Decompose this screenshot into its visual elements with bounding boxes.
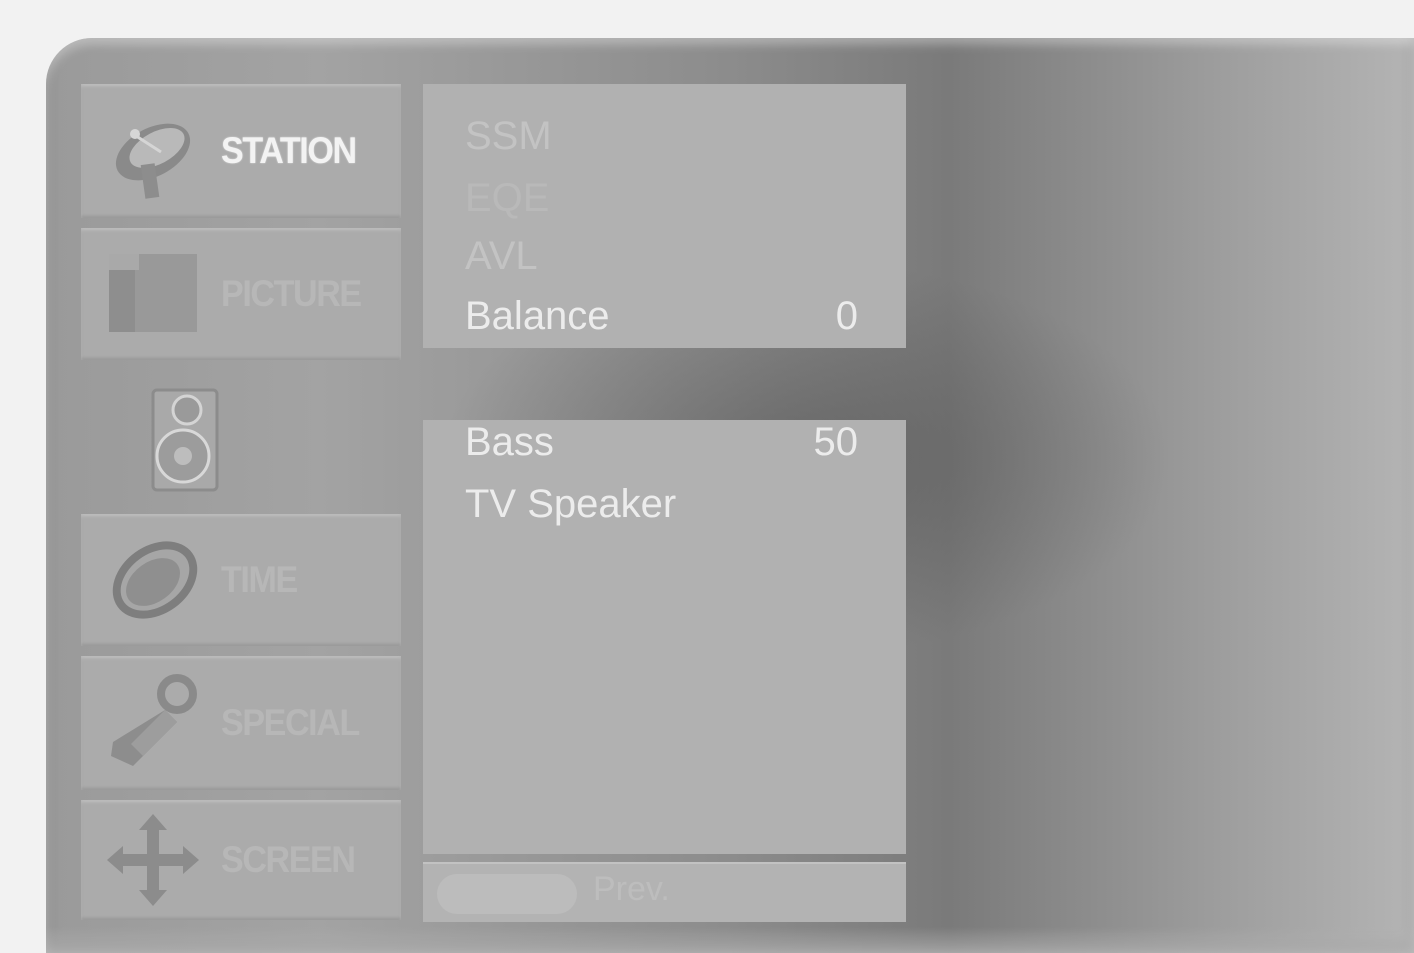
menu-item-tv-speaker[interactable]: TV Speaker <box>465 478 858 530</box>
footer-label: Prev. <box>593 870 670 908</box>
move-arrows-icon <box>107 814 199 906</box>
menu-special-label: SPECIAL <box>221 702 360 743</box>
menu-time[interactable]: TIME <box>81 514 401 646</box>
menu-station-label: STATION <box>221 130 357 171</box>
menu-station[interactable]: STATION <box>81 84 401 218</box>
speaker-icon <box>151 388 219 492</box>
picture-icon <box>109 254 197 332</box>
menu-special[interactable]: SPECIAL <box>81 656 401 790</box>
menu-item-bass[interactable]: Bass 50 <box>465 416 858 468</box>
clock-icon <box>112 541 198 619</box>
menu-picture-label: PICTURE <box>221 273 362 314</box>
menu-screen-label: SCREEN <box>221 839 356 880</box>
menu-item-ssm[interactable]: SSM <box>465 110 858 162</box>
audio-panel-lower: Bass 50 TV Speaker <box>423 420 906 854</box>
menu-button-pill <box>437 874 577 914</box>
tv-screen: STATION PICTURE TIME SPECIAL SCREEN SSM … <box>0 0 1414 953</box>
footer-bar: Prev. <box>423 862 906 922</box>
menu-item-avl[interactable]: AVL <box>465 230 858 282</box>
menu-time-label: TIME <box>221 559 298 600</box>
audio-panel-upper: SSM EQE AVL Balance 0 <box>423 84 906 348</box>
menu-item-balance[interactable]: Balance 0 <box>465 290 858 342</box>
menu-audio[interactable] <box>81 370 401 512</box>
menu-item-eqe[interactable]: EQE <box>465 172 858 224</box>
key-tag-icon <box>111 674 197 766</box>
osd-menu: STATION PICTURE TIME SPECIAL SCREEN SSM … <box>46 38 1414 953</box>
menu-picture[interactable]: PICTURE <box>81 228 401 360</box>
menu-screen[interactable]: SCREEN <box>81 800 401 920</box>
bass-value: 50 <box>813 420 859 464</box>
satellite-dish-icon <box>115 123 191 199</box>
balance-value: 0 <box>835 294 858 338</box>
